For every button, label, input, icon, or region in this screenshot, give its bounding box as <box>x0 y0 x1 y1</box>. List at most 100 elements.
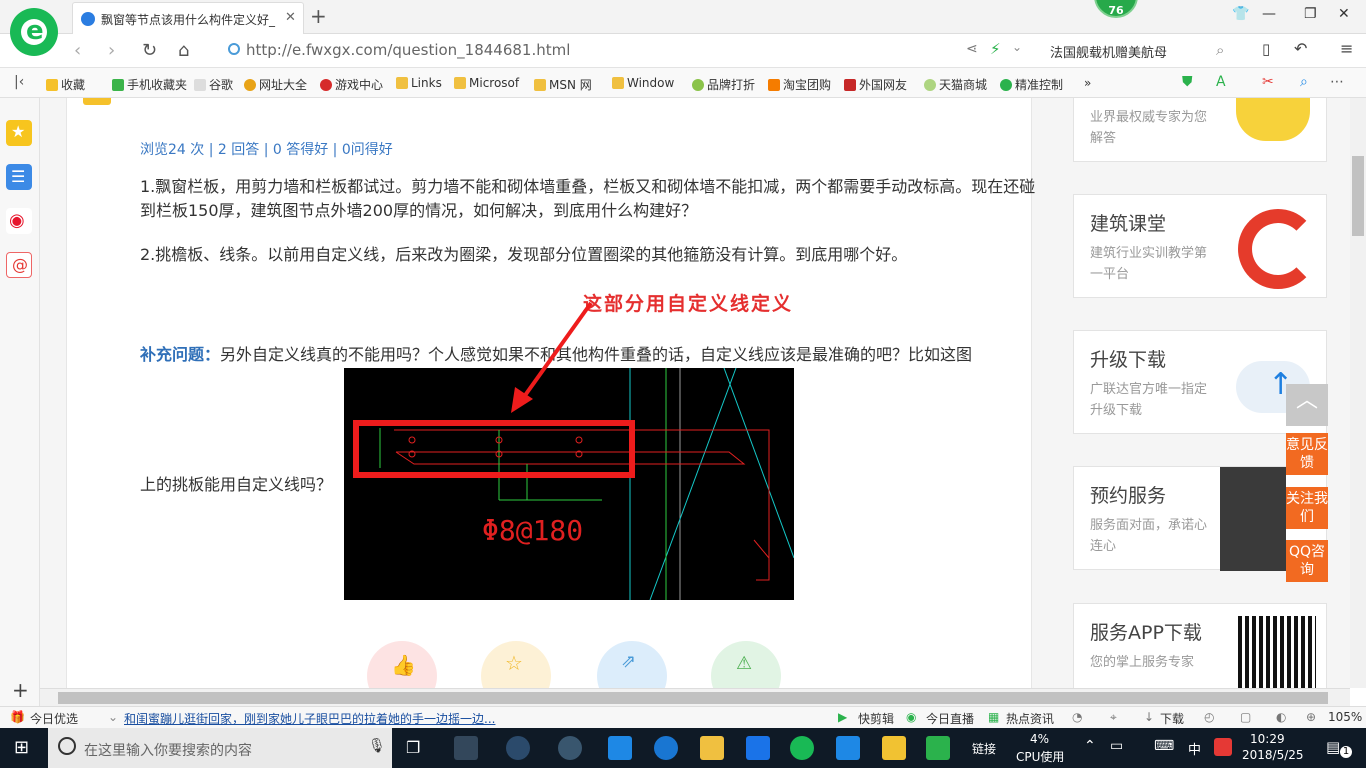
clock-time[interactable]: 10:29 <box>1250 732 1285 746</box>
bookmark-item[interactable]: MSN 网 <box>534 76 592 93</box>
search-icon[interactable]: ⌕ <box>1216 41 1224 59</box>
bookmark-item[interactable]: 淘宝团购 <box>768 76 831 93</box>
news-label[interactable]: 今日优选 <box>30 710 78 727</box>
phone-icon[interactable]: ▯ <box>1262 40 1270 58</box>
search-input[interactable]: 法国舰载机赠美航母 ⌕ <box>1040 39 1238 63</box>
favorites-icon[interactable]: ★ <box>6 120 32 146</box>
horizontal-scrollbar[interactable] <box>40 688 1350 706</box>
task-view-icon[interactable]: ❐ <box>406 738 420 757</box>
vertical-scroll-thumb[interactable] <box>1352 156 1364 236</box>
bookmark-item[interactable]: 网址大全 <box>244 76 307 93</box>
back-to-top-button[interactable]: ︿ <box>1286 384 1328 426</box>
taskbar-link-label[interactable]: 链接 <box>972 740 996 757</box>
window-icon[interactable]: ▢ <box>1240 710 1251 724</box>
more-bookmarks-icon[interactable]: » <box>1084 76 1091 90</box>
app-chrome-icon[interactable] <box>558 736 582 760</box>
qq-consult-button[interactable]: QQ咨询 <box>1286 540 1328 582</box>
bookmark-item[interactable]: Links <box>396 76 442 90</box>
bookmark-item[interactable]: 谷歌 <box>194 76 233 93</box>
notification-badge[interactable]: 76 <box>1094 0 1138 18</box>
app-g-icon[interactable] <box>746 736 770 760</box>
minimize-icon[interactable]: — <box>1262 6 1276 22</box>
shield-icon[interactable]: ⛊ <box>1182 74 1193 90</box>
app-plus-icon[interactable] <box>836 736 860 760</box>
bookmark-item[interactable]: 精准控制 <box>1000 76 1063 93</box>
horizontal-scroll-thumb[interactable] <box>58 692 1328 704</box>
close-window-icon[interactable]: ✕ <box>1338 6 1350 22</box>
sogou-icon[interactable] <box>1214 738 1232 756</box>
reader-icon[interactable]: ☰ <box>6 164 32 190</box>
news-headline[interactable]: 和闺蜜蹦儿逛街回家，刚到家她儿子眼巴巴的拉着她的手一边摇一边... <box>124 710 495 727</box>
app-ie2-icon[interactable] <box>654 736 678 760</box>
report-button[interactable]: ⚠ <box>711 641 781 688</box>
home-icon[interactable]: ⌂ <box>178 40 189 61</box>
app-ie-icon[interactable] <box>506 736 530 760</box>
live-link[interactable]: 今日直播 <box>926 710 974 727</box>
notification-icon[interactable]: ▤ <box>1326 738 1340 756</box>
history-icon[interactable]: ◴ <box>1204 710 1214 724</box>
like-button[interactable]: 👍 <box>367 641 437 688</box>
network-icon[interactable]: ▭ <box>1110 738 1123 754</box>
restore-icon[interactable]: ❐ <box>1304 6 1317 22</box>
app-edge-icon[interactable] <box>608 736 632 760</box>
bookmark-item[interactable]: 外国网友 <box>844 76 907 93</box>
clock-date[interactable]: 2018/5/25 <box>1242 748 1304 762</box>
share-button[interactable]: ⇗ <box>597 641 667 688</box>
pin-icon[interactable]: ⌖ <box>1110 710 1117 725</box>
app-pinwheel-icon[interactable] <box>454 736 478 760</box>
forward-icon[interactable]: › <box>108 40 115 61</box>
ime-indicator[interactable]: 中 <box>1188 739 1201 758</box>
collapse-icon[interactable]: |‹ <box>14 74 24 90</box>
cpu-percent: 4% <box>1030 732 1050 746</box>
vertical-scrollbar[interactable] <box>1350 98 1366 688</box>
kuaijian-link[interactable]: 快剪辑 <box>858 710 894 727</box>
keyboard-icon[interactable]: ⌨ <box>1154 738 1174 754</box>
mail-icon[interactable]: @ <box>6 252 32 278</box>
more-icon[interactable]: ⋯ <box>1330 74 1344 90</box>
follow-us-button[interactable]: 关注我们 <box>1286 487 1328 529</box>
app-g2-icon[interactable] <box>926 736 950 760</box>
undo-icon[interactable]: ↶ <box>1294 39 1307 58</box>
expert-card[interactable]: 业界最权威专家为您解答 <box>1073 98 1327 162</box>
start-icon[interactable]: ⊞ <box>14 737 29 758</box>
url-input[interactable]: http://e.fwxgx.com/question_1844681.html <box>222 39 1032 63</box>
zoom-level[interactable]: 105% <box>1328 710 1362 724</box>
bookmark-item[interactable]: Window <box>612 76 674 90</box>
shirt-icon[interactable]: 👕 <box>1232 6 1249 22</box>
refresh-icon[interactable]: ↻ <box>142 40 157 61</box>
app-notes-icon[interactable] <box>882 736 906 760</box>
feedback-button[interactable]: 意见反馈 <box>1286 433 1328 475</box>
hot-news-link[interactable]: 热点资讯 <box>1006 710 1054 727</box>
share-icon[interactable]: ⋖ <box>966 41 978 57</box>
bookmark-item[interactable]: 收藏 <box>46 76 85 93</box>
new-tab-icon[interactable]: + <box>310 4 327 28</box>
browser-tab[interactable]: 飘窗等节点该用什么构件定义好_ ✕ <box>72 2 304 34</box>
bookmark-item[interactable]: 游戏中心 <box>320 76 383 93</box>
back-icon[interactable]: ‹ <box>74 40 81 61</box>
bookmark-item[interactable]: 天猫商城 <box>924 76 987 93</box>
app-explorer-icon[interactable] <box>700 736 724 760</box>
chevron-down-icon[interactable]: ⌄ <box>1012 40 1022 54</box>
bookmark-item[interactable]: 手机收藏夹 <box>112 76 187 93</box>
microphone-icon[interactable]: 🎙 <box>368 738 386 754</box>
menu-icon[interactable]: ≡ <box>1340 39 1353 58</box>
tray-chevron-icon[interactable]: ⌃ <box>1084 738 1096 754</box>
taskbar-search-input[interactable]: 在这里输入你要搜索的内容 🎙 <box>48 728 392 768</box>
bolt-icon[interactable]: ⚡ <box>990 40 1001 58</box>
close-tab-icon[interactable]: ✕ <box>285 10 296 25</box>
bookmark-item[interactable]: 品牌打折 <box>692 76 755 93</box>
weibo-icon[interactable]: ◉ <box>6 208 32 234</box>
app-360-browser-icon[interactable] <box>790 736 814 760</box>
favorite-button[interactable]: ☆ <box>481 641 551 688</box>
app-card[interactable]: 服务APP下载 您的掌上服务专家 <box>1073 603 1327 688</box>
bookmark-item[interactable]: Microsof <box>454 76 519 90</box>
speed-icon[interactable]: ◔ <box>1072 710 1082 724</box>
volume-icon[interactable]: ◐ <box>1276 710 1286 724</box>
add-panel-icon[interactable]: + <box>12 678 29 702</box>
news-chevron-icon[interactable]: ⌄ <box>108 710 118 724</box>
course-card[interactable]: 建筑课堂 建筑行业实训教学第一平台 <box>1073 194 1327 298</box>
download-link[interactable]: 下载 <box>1160 710 1184 727</box>
scissors-icon[interactable]: ✂ <box>1262 74 1274 90</box>
search-tool-icon[interactable]: ⌕ <box>1300 74 1308 90</box>
translate-icon[interactable]: A <box>1216 74 1226 90</box>
